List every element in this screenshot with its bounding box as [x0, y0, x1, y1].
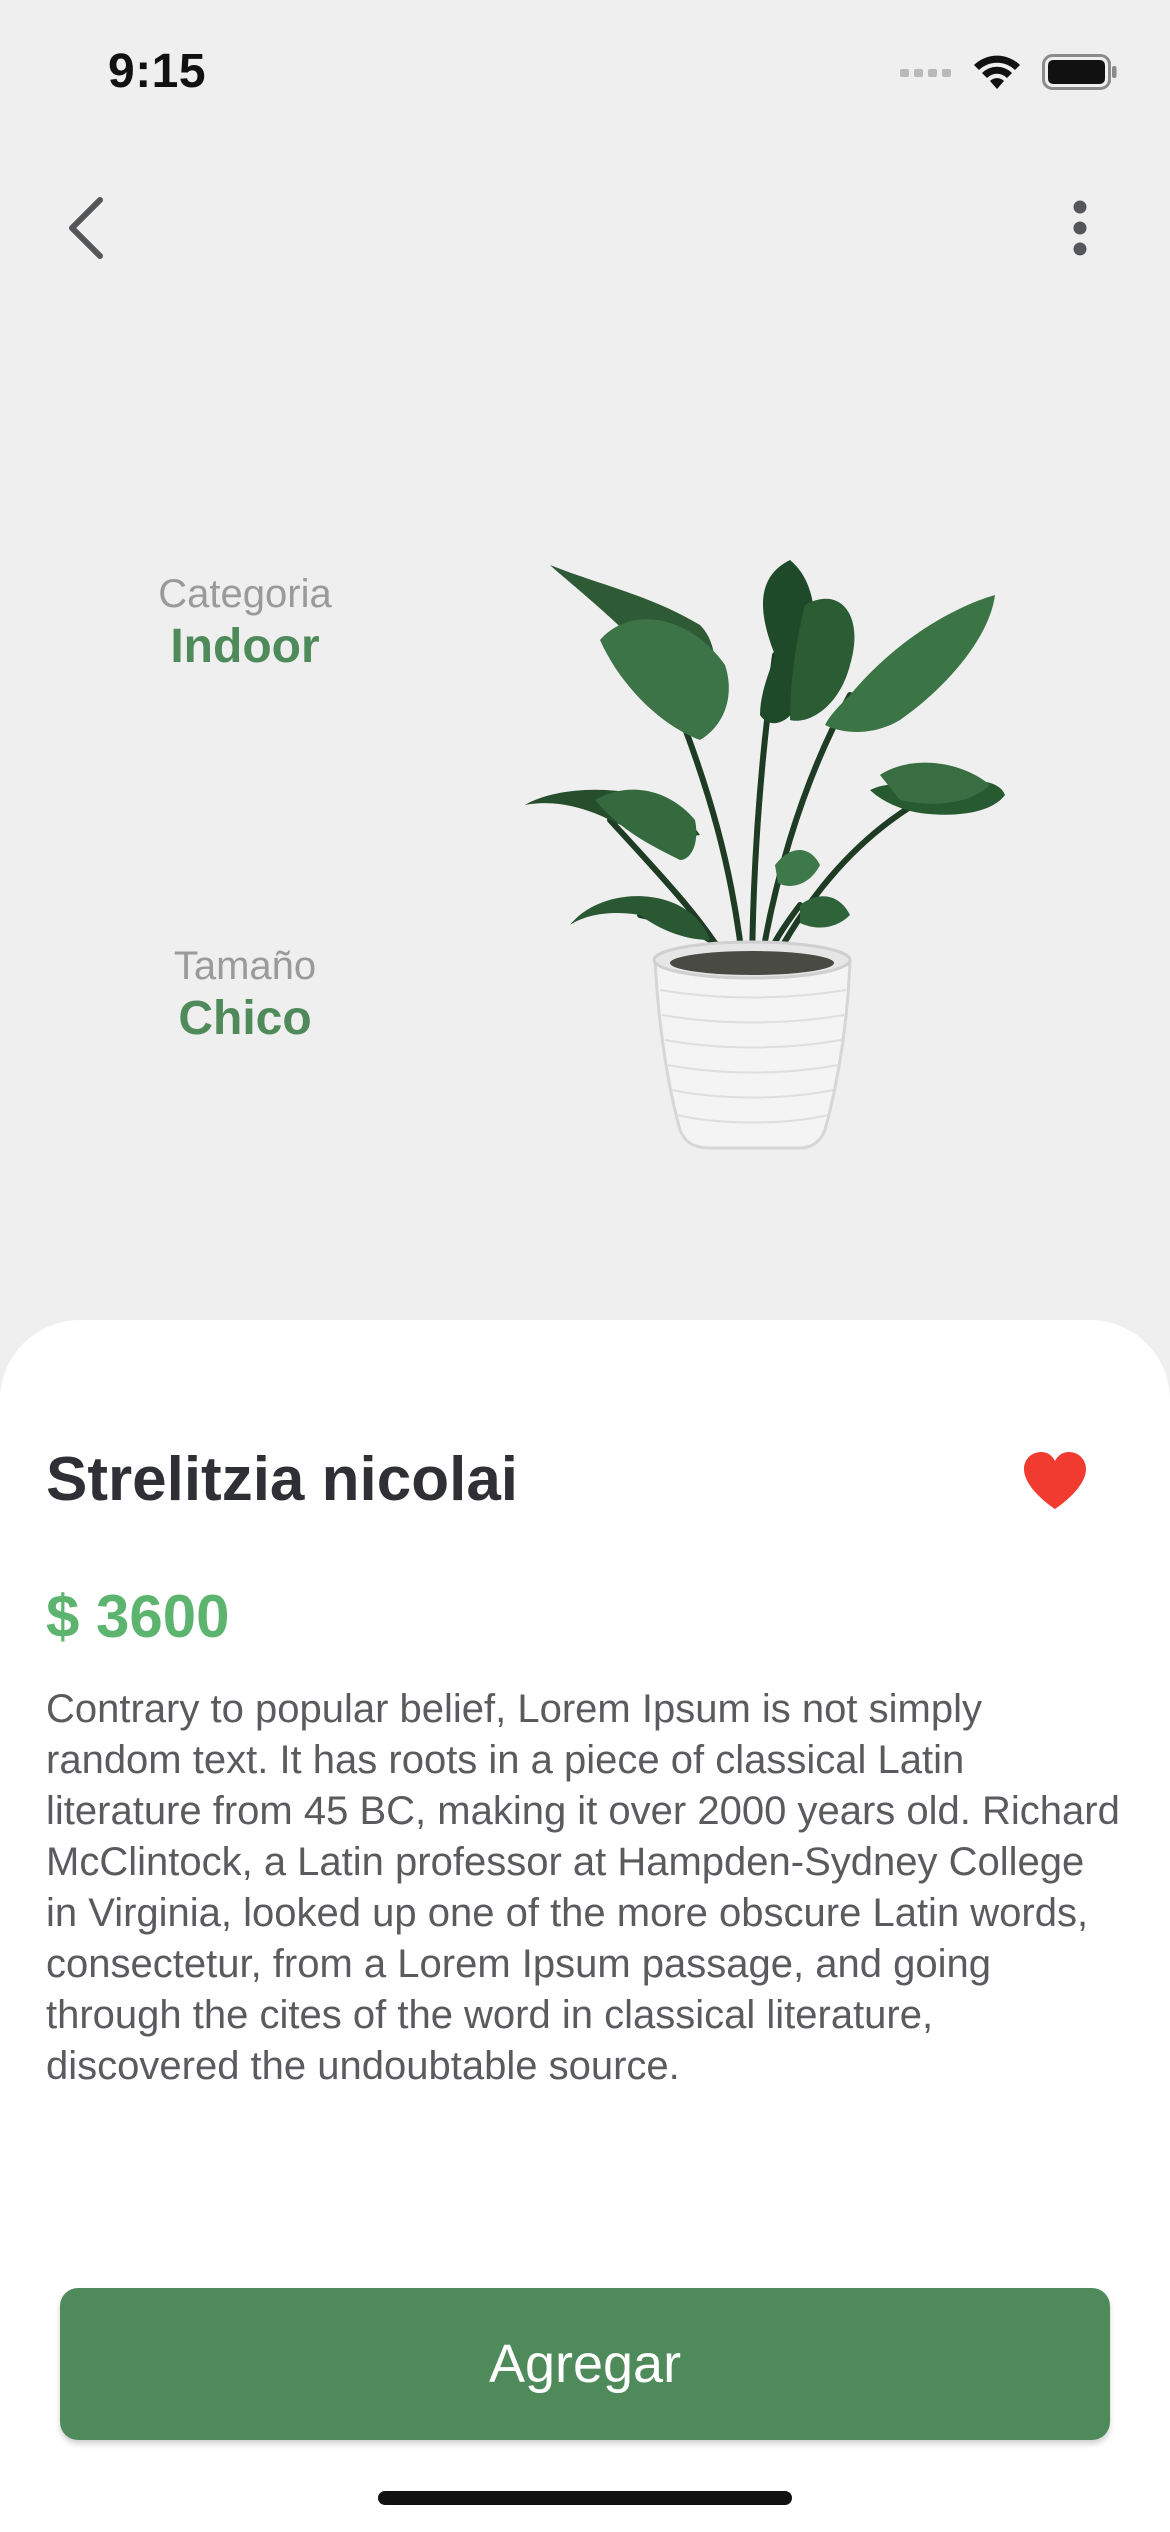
heart-icon	[1022, 1451, 1088, 1516]
size-info: Tamaño Chico	[60, 942, 430, 1048]
size-value: Chico	[178, 992, 312, 1045]
favorite-button[interactable]	[1010, 1438, 1100, 1528]
product-description: Contrary to popular belief, Lorem Ipsum …	[46, 1687, 1120, 2088]
chevron-left-icon	[64, 196, 108, 265]
more-vertical-icon	[1072, 200, 1088, 261]
category-info: Categoria Indoor	[60, 570, 430, 676]
category-value: Indoor	[170, 620, 320, 673]
add-to-cart-button[interactable]: Agregar	[60, 2288, 1110, 2440]
home-indicator	[378, 2491, 792, 2505]
status-bar: 9:15	[0, 0, 1170, 150]
wifi-icon	[972, 53, 1022, 96]
plant-image	[520, 545, 1010, 1150]
status-icons	[900, 50, 1118, 98]
more-options-button[interactable]	[1030, 180, 1130, 280]
back-button[interactable]	[36, 180, 136, 280]
product-price: $ 3600	[46, 1583, 230, 1650]
product-detail-screen: 9:15 Categoria Indoor Tamaño Chico Strel…	[0, 0, 1170, 2532]
battery-icon	[1042, 53, 1118, 95]
status-time: 9:15	[108, 45, 207, 98]
category-label: Categoria	[158, 572, 332, 616]
product-name: Strelitzia nicolai	[46, 1445, 519, 1514]
signal-icon	[900, 65, 952, 84]
size-label: Tamaño	[173, 944, 317, 988]
